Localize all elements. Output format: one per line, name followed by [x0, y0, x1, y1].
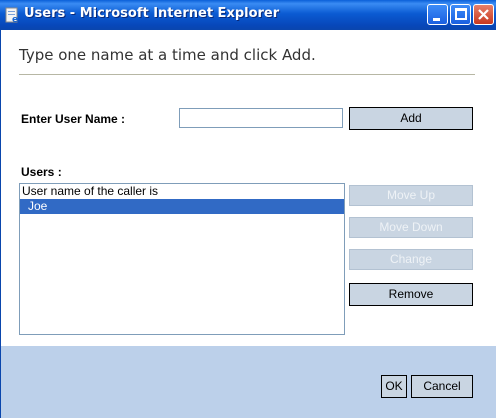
users-dialog-window: e Users - Microsoft Internet Explorer Ty…	[0, 0, 496, 418]
minimize-icon	[433, 18, 440, 21]
list-item[interactable]: User name of the caller is	[20, 184, 344, 199]
close-button[interactable]	[473, 4, 494, 25]
move-down-button[interactable]: Move Down	[349, 217, 473, 238]
remove-button[interactable]: Remove	[349, 283, 473, 306]
add-button[interactable]: Add	[349, 107, 473, 130]
svg-text:e: e	[12, 15, 18, 23]
ok-button[interactable]: OK	[381, 375, 407, 398]
move-up-button[interactable]: Move Up	[349, 185, 473, 206]
maximize-icon	[455, 8, 467, 20]
header-separator	[19, 74, 475, 75]
users-listbox[interactable]: User name of the caller is Joe	[19, 183, 345, 335]
username-input[interactable]	[179, 108, 343, 128]
username-label: Enter User Name :	[21, 112, 126, 126]
ie-page-icon: e	[4, 7, 20, 25]
instruction-text: Type one name at a time and click Add.	[19, 46, 316, 64]
maximize-button[interactable]	[450, 4, 471, 25]
dialog-footer: OK Cancel	[1, 346, 496, 418]
window-title: Users - Microsoft Internet Explorer	[24, 6, 280, 21]
list-item-selected[interactable]: Joe	[20, 199, 344, 214]
close-icon	[478, 9, 489, 20]
dialog-content: Type one name at a time and click Add. E…	[0, 30, 496, 418]
change-button[interactable]: Change	[349, 249, 473, 270]
minimize-button[interactable]	[427, 4, 448, 25]
users-label: Users :	[21, 165, 62, 179]
cancel-button[interactable]: Cancel	[411, 375, 473, 398]
title-bar[interactable]: e Users - Microsoft Internet Explorer	[0, 0, 496, 30]
